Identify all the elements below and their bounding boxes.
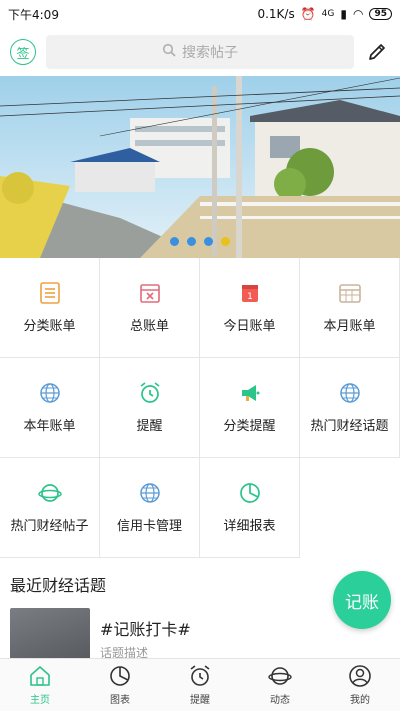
grid-item-category-bill[interactable]: 分类账单	[0, 258, 100, 358]
pencil-icon	[369, 44, 385, 60]
grid-item-label: 提醒	[136, 419, 163, 434]
tab-label: 动态	[270, 695, 290, 706]
grid-item-category-reminder[interactable]: 分类提醒	[200, 358, 300, 458]
tab-label: 图表	[110, 695, 130, 706]
tab-label: 我的	[350, 695, 370, 706]
carousel-dot-active[interactable]	[221, 237, 230, 246]
svg-text:1: 1	[247, 292, 253, 302]
grid-item-year-bill[interactable]: 本年账单	[0, 358, 100, 458]
tab-feed[interactable]: 动态	[240, 659, 320, 711]
status-indicators: 0.1K/s ⏰ 4G ▮ ◠ 95	[257, 7, 392, 21]
grid-item-label: 信用卡管理	[116, 519, 182, 534]
topic-list-item[interactable]: #记账打卡# 话题描述	[10, 608, 390, 658]
globe-icon	[139, 483, 160, 503]
planet-icon	[268, 667, 292, 685]
megaphone-icon	[241, 385, 259, 401]
feature-grid: 分类账单 总账单 1 今日账单 本月账单 本年账单 提醒 分类提醒 热门财经话题…	[0, 258, 400, 558]
carousel-dot[interactable]	[204, 237, 213, 246]
grid-item-label: 热门财经帖子	[10, 519, 89, 534]
tab-reminder[interactable]: 提醒	[160, 659, 240, 711]
grid-item-today-bill[interactable]: 1 今日账单	[200, 258, 300, 358]
grid-item-label: 本月账单	[323, 319, 376, 334]
grid-item-label: 本年账单	[23, 419, 76, 434]
topic-thumbnail	[10, 608, 90, 658]
search-icon	[162, 43, 176, 61]
network-speed: 0.1K/s	[257, 7, 295, 21]
planet-icon	[37, 484, 62, 502]
alarm-icon	[139, 382, 160, 403]
wifi-icon: ◠	[352, 7, 364, 21]
grid-item-label: 分类提醒	[223, 419, 276, 434]
status-time: 下午4:09	[8, 7, 59, 22]
calendar-x-icon	[139, 284, 160, 303]
globe-icon	[39, 383, 60, 403]
user-icon	[349, 665, 371, 687]
grid-item-label: 详细报表	[223, 519, 276, 534]
signal-icon: ▮	[340, 7, 347, 21]
topic-description: 话题描述	[100, 646, 149, 658]
grid-item-month-bill[interactable]: 本月账单	[300, 258, 400, 358]
alarm-icon	[190, 665, 210, 686]
status-bar: 下午4:09 0.1K/s ⏰ 4G ▮ ◠ 95	[0, 0, 400, 28]
list-icon	[39, 282, 60, 304]
banner-carousel[interactable]	[0, 76, 400, 258]
topic-title: #记账打卡#	[100, 620, 191, 639]
grid-item-hot-posts[interactable]: 热门财经帖子	[0, 458, 100, 558]
search-input[interactable]: 搜索帖子	[46, 35, 354, 69]
edit-button[interactable]	[364, 39, 390, 65]
pie-icon	[110, 666, 130, 686]
grid-item-label: 分类账单	[23, 319, 76, 334]
tab-profile[interactable]: 我的	[320, 659, 400, 711]
bottom-tab-bar: 主页 图表 提醒 动态 我的	[0, 658, 400, 711]
grid-item-total-bill[interactable]: 总账单	[100, 258, 200, 358]
alarm-status-icon: ⏰	[300, 7, 316, 21]
tab-label: 主页	[30, 695, 50, 706]
record-fab-button[interactable]: 记账	[333, 571, 391, 629]
grid-item-label: 总账单	[129, 319, 169, 334]
tab-label: 提醒	[190, 695, 210, 706]
battery-level: 95	[369, 8, 392, 20]
pie-icon	[239, 483, 260, 503]
tab-charts[interactable]: 图表	[80, 659, 160, 711]
section-title-recent-topics: 最近财经话题	[10, 576, 107, 595]
home-icon	[30, 666, 50, 686]
grid-item-reminder[interactable]: 提醒	[100, 358, 200, 458]
carousel-dot[interactable]	[187, 237, 196, 246]
search-placeholder: 搜索帖子	[182, 45, 238, 61]
calendar-grid-icon	[338, 284, 361, 303]
sign-in-button[interactable]: 签	[10, 39, 36, 65]
tab-home[interactable]: 主页	[0, 659, 80, 711]
signal-label: 4G	[321, 9, 335, 19]
top-bar: 签 搜索帖子	[0, 28, 400, 76]
grid-item-label: 今日账单	[223, 319, 276, 334]
carousel-dot[interactable]	[170, 237, 179, 246]
carousel-indicator	[170, 237, 230, 246]
grid-item-label: 热门财经话题	[310, 419, 389, 434]
grid-item-detailed-report[interactable]: 详细报表	[200, 458, 300, 558]
globe-icon	[339, 383, 360, 403]
grid-item-credit-card[interactable]: 信用卡管理	[100, 458, 200, 558]
calendar-day-icon: 1	[241, 285, 258, 302]
grid-item-hot-topics[interactable]: 热门财经话题	[300, 358, 400, 458]
banner-image	[0, 76, 400, 258]
